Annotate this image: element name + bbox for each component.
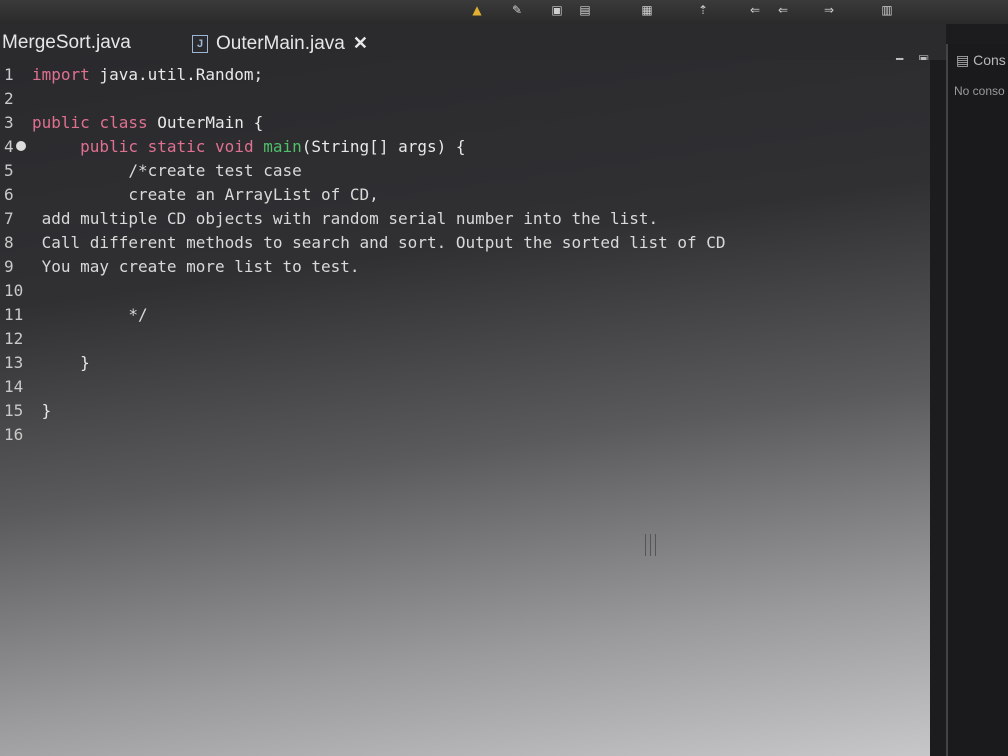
console-title: Cons — [973, 52, 1006, 68]
code-token: } — [32, 353, 90, 372]
up-arrow-icon[interactable]: ⇡ — [696, 4, 710, 16]
code-token: create an ArrayList of CD, — [32, 185, 379, 204]
code-text: create an ArrayList of CD, — [32, 183, 379, 207]
code-text: public class OuterMain { — [32, 111, 263, 135]
window-icon[interactable]: ▤ — [578, 4, 592, 16]
code-token: } — [32, 401, 52, 420]
line-number: 15 — [4, 401, 24, 420]
perspective-icon[interactable]: ▥ — [880, 4, 894, 16]
code-token: (String[] args) { — [301, 137, 466, 156]
tab-label: OuterMain.java — [216, 33, 345, 54]
line-number: 16 — [4, 425, 24, 444]
console-message: No conso — [954, 84, 1005, 98]
code-token: java.util.Random; — [89, 65, 264, 84]
text-cursor-icon — [645, 534, 656, 556]
main-toolbar: ▲ ✎ ▣ ▤ ▦ ⇡ ⇐ ⇐ ⇒ ▥ — [0, 0, 1008, 24]
console-view: ▤ Cons No conso — [946, 44, 1008, 756]
line-number: 8 — [4, 233, 14, 252]
tab-mergesort[interactable]: MergeSort.java — [2, 30, 131, 56]
line-number: 12 — [4, 329, 24, 348]
code-text: public static void main(String[] args) { — [32, 135, 466, 159]
code-text: Call different methods to search and sor… — [32, 231, 726, 255]
code-token: OuterMain { — [147, 113, 264, 132]
line-number: 2 — [4, 89, 14, 108]
line-number: 13 — [4, 353, 24, 372]
line-number: 14 — [4, 377, 24, 396]
code-token: public — [32, 113, 90, 132]
line-number: 7 — [4, 209, 14, 228]
code-text: */ — [32, 303, 148, 327]
line-number: 4 — [4, 135, 28, 159]
tab-label: MergeSort.java — [2, 32, 131, 53]
line-number: 11 — [4, 305, 24, 324]
code-token: void — [215, 137, 254, 156]
collapse-marker-icon[interactable] — [15, 141, 26, 151]
code-token: Call different methods to search and sor… — [32, 233, 726, 252]
pin-icon[interactable]: ▦ — [640, 4, 654, 16]
back-arrow-icon[interactable]: ⇐ — [748, 4, 762, 16]
code-text: /*create test case — [32, 159, 302, 183]
line-number: 5 — [4, 161, 14, 180]
code-token: You may create more list to test. — [32, 257, 360, 276]
console-tab[interactable]: ▤ Cons — [956, 52, 1006, 69]
line-number: 6 — [4, 185, 14, 204]
code-text: } — [32, 399, 52, 423]
editor-tab-bar: MergeSort.java J OuterMain.java ✕ ━ ▣ — [0, 24, 946, 66]
line-number: 1 — [4, 65, 14, 84]
forward-arrow-icon[interactable]: ⇒ — [822, 4, 836, 16]
code-token: /*create test case — [32, 161, 302, 180]
tab-outermain[interactable]: J OuterMain.java ✕ — [192, 30, 368, 56]
code-text: You may create more list to test. — [32, 255, 360, 279]
code-token: public — [32, 137, 138, 156]
code-token: add multiple CD objects with random seri… — [32, 209, 659, 228]
code-token: static — [147, 137, 206, 156]
debug-icon[interactable]: ✎ — [510, 4, 524, 16]
console-icon: ▤ — [956, 52, 974, 68]
code-token: main — [263, 137, 302, 156]
close-icon[interactable]: ✕ — [353, 33, 368, 53]
save-icon[interactable]: ▣ — [550, 4, 564, 16]
code-text: import java.util.Random; — [32, 63, 263, 87]
back-arrow-icon-2[interactable]: ⇐ — [776, 4, 790, 16]
code-editor[interactable]: 1 import java.util.Random; 2 3 public class … — [0, 60, 930, 756]
code-token: class — [99, 113, 148, 132]
line-number: 3 — [4, 113, 14, 132]
code-token: */ — [32, 305, 148, 324]
code-text: add multiple CD objects with random seri… — [32, 207, 659, 231]
run-icon[interactable]: ▲ — [470, 4, 484, 16]
line-number: 10 — [4, 281, 24, 300]
java-file-icon: J — [192, 35, 208, 53]
line-number: 9 — [4, 257, 14, 276]
code-text: } — [32, 351, 90, 375]
code-token: import — [32, 65, 90, 84]
